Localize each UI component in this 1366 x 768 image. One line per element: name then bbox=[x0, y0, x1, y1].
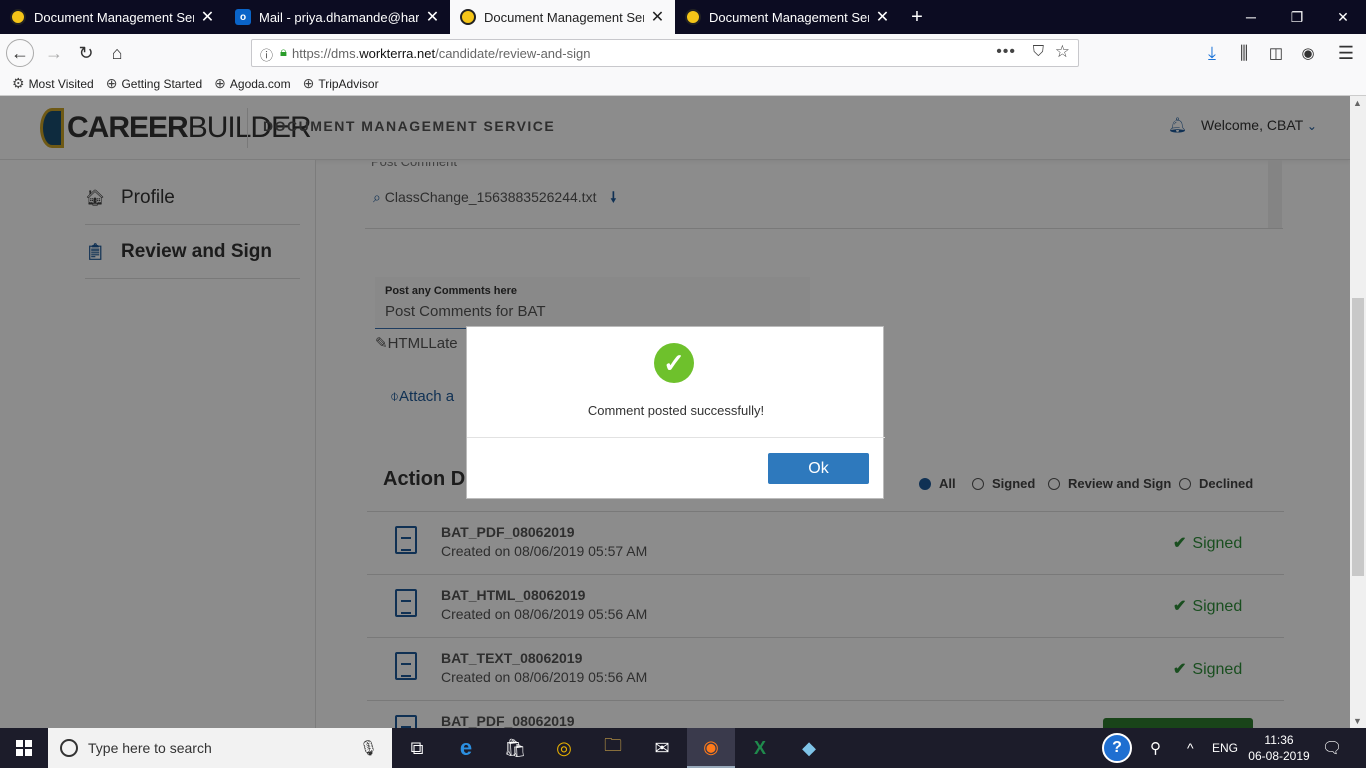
browser-tab[interactable]: Document Management Servic ✕ bbox=[0, 0, 225, 34]
clock-date: 06-08-2019 bbox=[1248, 749, 1310, 763]
forward-icon[interactable]: → bbox=[40, 39, 68, 67]
edge-icon[interactable]: e bbox=[442, 728, 490, 768]
ok-button[interactable]: Ok bbox=[768, 453, 869, 484]
home-icon[interactable]: ⌂ bbox=[103, 39, 131, 67]
language-indicator[interactable]: ENG bbox=[1212, 728, 1238, 768]
scroll-down-icon[interactable]: ▼ bbox=[1353, 716, 1362, 726]
url-path: /candidate/review-and-sign bbox=[435, 45, 591, 61]
sidebar-toggle-icon[interactable]: ◫ bbox=[1262, 39, 1290, 67]
lock-icon: 🔒︎ bbox=[280, 44, 287, 59]
bookmark-item[interactable]: ⊕ TripAdvisor bbox=[303, 75, 379, 92]
scrollbar-thumb[interactable] bbox=[1352, 298, 1364, 576]
extension-icon[interactable]: ◉ bbox=[1294, 39, 1322, 67]
bookmark-label: Getting Started bbox=[121, 76, 203, 91]
info-icon[interactable]: ⓘ bbox=[260, 45, 273, 64]
gear-icon: ⚙ bbox=[12, 75, 25, 91]
mail-icon[interactable]: ✉ bbox=[638, 728, 686, 768]
clock[interactable]: 11:36 06-08-2019 bbox=[1244, 732, 1314, 764]
browser-tab-active[interactable]: Document Management Servic ✕ bbox=[450, 0, 675, 34]
close-window-icon[interactable]: ✕ bbox=[1320, 0, 1366, 34]
url-bar[interactable]: ⓘ 🔒︎ https://dms.workterra.net/candidate… bbox=[251, 39, 1079, 67]
bookmark-label: TripAdvisor bbox=[318, 76, 379, 91]
close-icon[interactable]: ✕ bbox=[650, 7, 665, 27]
excel-icon[interactable]: X bbox=[736, 728, 784, 768]
close-icon[interactable]: ✕ bbox=[875, 7, 890, 27]
notifications-icon[interactable]: 🗨︎ bbox=[1322, 728, 1342, 768]
menu-icon[interactable]: ☰ bbox=[1332, 39, 1360, 67]
dms-favicon-icon bbox=[685, 9, 701, 25]
close-icon[interactable]: ✕ bbox=[200, 7, 215, 27]
dms-favicon-icon bbox=[10, 9, 26, 25]
browser-tab-strip: Document Management Servic ✕ o Mail - pr… bbox=[0, 0, 1366, 34]
bookmark-item[interactable]: ⊕ Agoda.com bbox=[214, 75, 290, 92]
taskbar-search-input[interactable]: Type here to search 🎙︎ bbox=[48, 728, 392, 768]
outlook-favicon-icon: o bbox=[235, 9, 251, 25]
windows-taskbar: Type here to search 🎙︎ ⧉ e 🛍︎ ◎ 🗀 ✉ ◉ X … bbox=[0, 728, 1366, 768]
firefox-icon[interactable]: ◉ bbox=[687, 728, 735, 768]
dialog-divider bbox=[467, 437, 885, 438]
minimize-icon[interactable]: ─ bbox=[1228, 0, 1274, 34]
scroll-up-icon[interactable]: ▲ bbox=[1353, 98, 1362, 108]
chevron-up-icon[interactable]: ^ bbox=[1187, 728, 1194, 768]
url-domain: workterra.net bbox=[359, 45, 436, 61]
page-actions-icon[interactable]: ••• bbox=[996, 43, 1016, 61]
store-icon[interactable]: 🛍︎ bbox=[491, 728, 539, 768]
new-tab-button[interactable]: + bbox=[902, 0, 932, 34]
globe-icon: ⊕ bbox=[105, 75, 118, 91]
windows-logo-icon bbox=[16, 740, 32, 756]
globe-icon: ⊕ bbox=[214, 75, 226, 91]
library-icon[interactable]: ⫼ bbox=[1230, 39, 1258, 67]
help-icon[interactable]: ? bbox=[1100, 728, 1134, 768]
tab-title: Document Management Servic bbox=[484, 9, 644, 25]
bookmark-item[interactable]: ⚙ Most Visited bbox=[12, 75, 94, 92]
success-dialog: ✓ Comment posted successfully! Ok bbox=[466, 326, 885, 499]
task-view-icon[interactable]: ⧉ bbox=[393, 728, 441, 768]
app-icon[interactable]: ◆ bbox=[785, 728, 833, 768]
globe-icon: ⊕ bbox=[302, 75, 315, 91]
downloads-icon[interactable]: ⤓ bbox=[1198, 39, 1226, 67]
dms-favicon-icon bbox=[460, 9, 476, 25]
search-icon bbox=[60, 739, 78, 757]
reload-icon[interactable]: ↻ bbox=[72, 39, 100, 67]
url-prefix: https://dms. bbox=[292, 45, 360, 61]
close-icon[interactable]: ✕ bbox=[425, 7, 440, 27]
tab-title: Document Management Servic bbox=[34, 9, 194, 25]
bookmark-star-icon[interactable]: ☆ bbox=[1055, 42, 1070, 62]
success-check-icon: ✓ bbox=[654, 343, 694, 383]
bookmark-item[interactable]: ⊕ Getting Started bbox=[106, 75, 202, 92]
url-text[interactable]: https://dms.workterra.net/candidate/revi… bbox=[292, 46, 590, 61]
browser-tab[interactable]: o Mail - priya.dhamande@harbin ✕ bbox=[225, 0, 450, 34]
navigation-bar: ← → ↻ ⌂ ⓘ 🔒︎ https://dms.workterra.net/c… bbox=[0, 34, 1366, 72]
file-explorer-icon[interactable]: 🗀 bbox=[589, 728, 637, 768]
tab-title: Document Management Servic bbox=[709, 9, 869, 25]
people-icon[interactable]: ⚲ bbox=[1150, 728, 1161, 768]
back-icon[interactable]: ← bbox=[6, 39, 34, 67]
clock-time: 11:36 bbox=[1264, 733, 1294, 747]
browser-tab[interactable]: Document Management Servic ✕ bbox=[675, 0, 900, 34]
chrome-icon[interactable]: ◎ bbox=[540, 728, 588, 768]
bookmark-label: Agoda.com bbox=[229, 76, 291, 91]
dialog-message: Comment posted successfully! bbox=[587, 403, 765, 418]
restore-icon[interactable]: ❐ bbox=[1274, 0, 1320, 34]
bookmarks-toolbar: ⚙ Most Visited ⊕ Getting Started ⊕ Agoda.co… bbox=[0, 72, 1366, 96]
search-placeholder: Type here to search bbox=[88, 740, 212, 756]
bookmark-label: Most Visited bbox=[28, 76, 94, 91]
microphone-icon[interactable]: 🎙︎ bbox=[359, 739, 378, 757]
start-button[interactable] bbox=[0, 728, 48, 768]
pocket-icon[interactable]: ⛉ bbox=[1033, 43, 1044, 60]
tab-title: Mail - priya.dhamande@harbin bbox=[259, 9, 419, 25]
